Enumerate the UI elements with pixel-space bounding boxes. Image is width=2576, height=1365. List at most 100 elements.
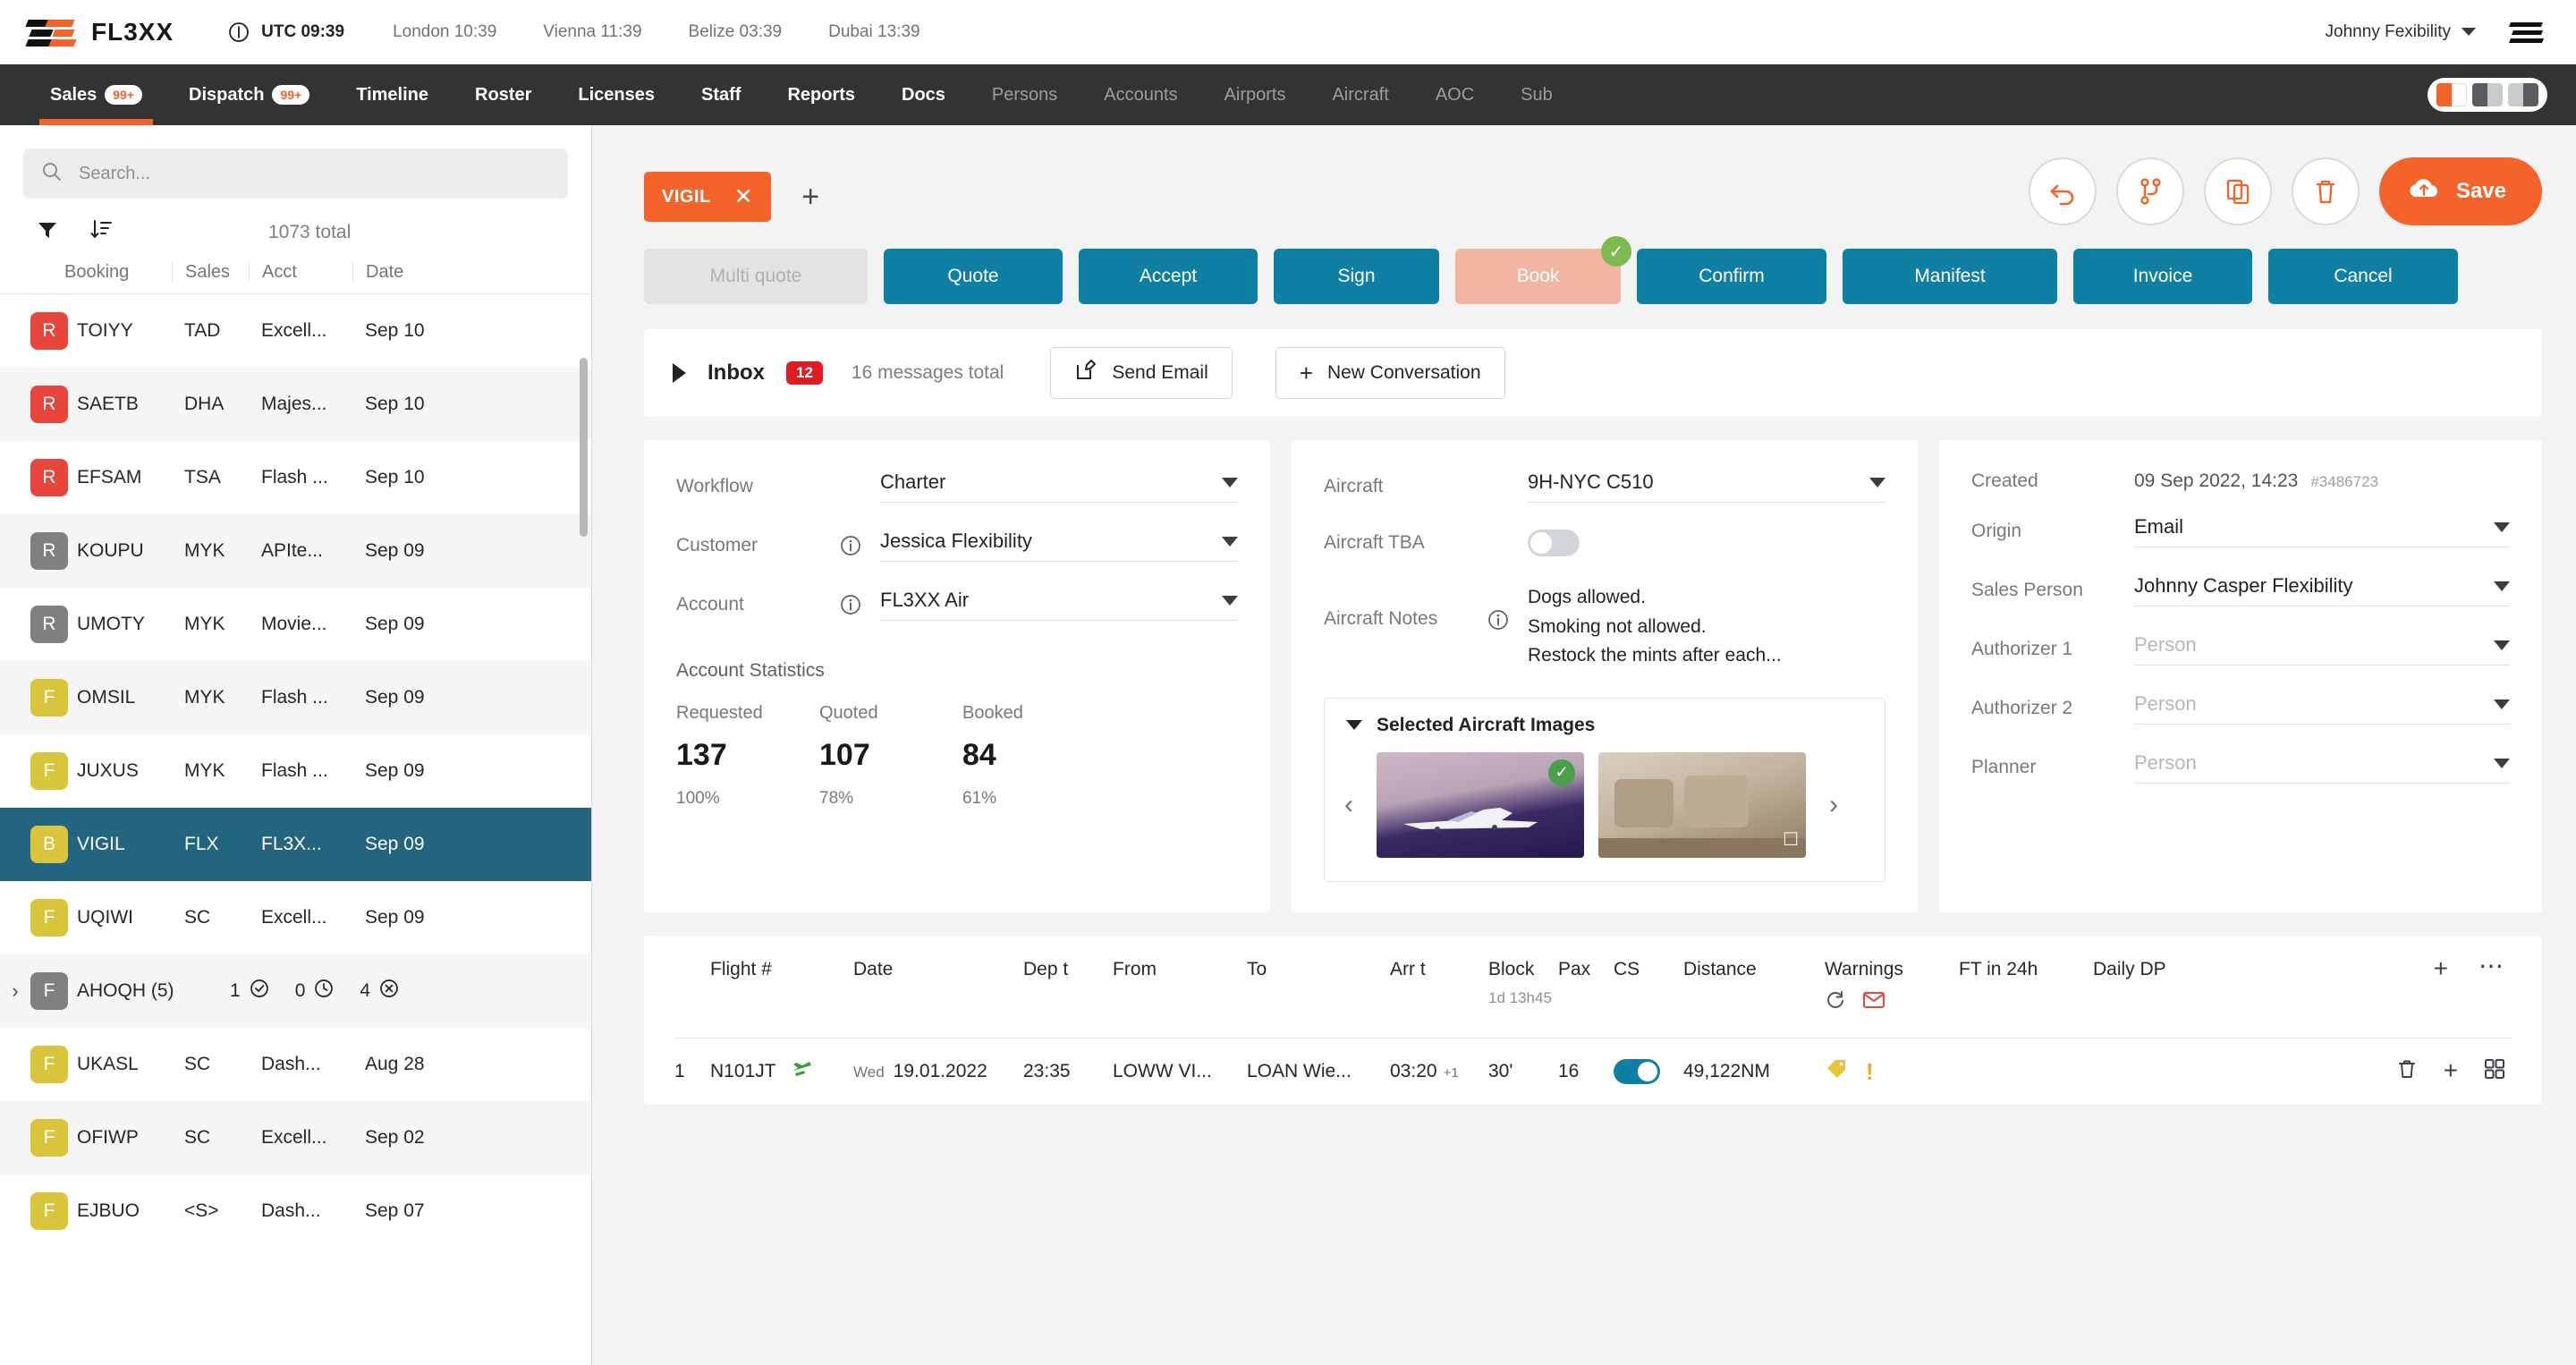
aircraft-image-1[interactable]: ✓ [1377, 751, 1584, 858]
info-icon[interactable] [839, 593, 880, 616]
authorizer-1-select[interactable]: Person [2134, 633, 2510, 666]
column-header-cs[interactable]: CS [1614, 959, 1683, 986]
chevron-right-icon[interactable]: › [1820, 790, 1847, 820]
column-header-booking[interactable]: Booking [0, 262, 172, 283]
customer-select[interactable]: Jessica Flexibility [880, 530, 1238, 562]
aircraft-image-2[interactable]: ☐ [1598, 751, 1806, 858]
column-header-distance[interactable]: Distance [1683, 959, 1825, 986]
trash-icon[interactable] [2395, 1057, 2419, 1086]
search-input[interactable]: Search... [23, 148, 568, 199]
column-header-arr-time[interactable]: Arr t [1390, 959, 1488, 986]
sidebar-scrollbar[interactable] [580, 358, 588, 537]
table-row[interactable]: F JUXUS MYK Flash ... Sep 09 [0, 734, 591, 808]
chevron-right-icon[interactable]: › [0, 979, 30, 1003]
nav-item-aircraft[interactable]: Aircraft [1309, 64, 1411, 125]
aircraft-select[interactable]: 9H-NYC C510 [1528, 471, 1885, 503]
table-row[interactable]: 1 N101JT Wed 19.01.2022 23:35 LOWW VI...… [674, 1039, 2512, 1105]
nav-item-persons[interactable]: Persons [969, 64, 1080, 125]
nav-item-dispatch[interactable]: Dispatch 99+ [165, 64, 333, 125]
refresh-icon[interactable] [1825, 989, 1846, 1016]
info-icon[interactable] [1487, 583, 1528, 632]
table-row-selected[interactable]: B VIGIL FLX FL3X... Sep 09 [0, 808, 591, 881]
plus-icon[interactable]: + [785, 172, 835, 222]
nav-item-licenses[interactable]: Licenses [555, 64, 678, 125]
table-row[interactable]: F OMSIL MYK Flash ... Sep 09 [0, 661, 591, 734]
branch-button[interactable] [2115, 157, 2184, 225]
confirm-button[interactable]: Confirm [1637, 249, 1826, 304]
table-row[interactable]: F UKASL SC Dash... Aug 28 [0, 1028, 591, 1101]
accept-button[interactable]: Accept [1079, 249, 1258, 304]
nav-item-timeline[interactable]: Timeline [333, 64, 452, 125]
send-email-button[interactable]: Send Email [1050, 347, 1233, 399]
nav-item-aoc[interactable]: AOC [1412, 64, 1497, 125]
column-header-warnings[interactable]: Warnings [1825, 959, 1959, 1022]
column-header-block[interactable]: Block 1d 13h45 [1488, 959, 1558, 1013]
tag-icon[interactable] [1825, 1057, 1848, 1086]
copy-documents-button[interactable] [2203, 157, 2272, 225]
plus-icon[interactable]: + [2444, 1058, 2458, 1083]
column-header-date[interactable]: Date [352, 262, 469, 283]
column-header-flight-number[interactable]: Flight # [710, 959, 853, 986]
table-row[interactable]: R EFSAM TSA Flash ... Sep 10 [0, 441, 591, 514]
nav-item-sales[interactable]: Sales 99+ [27, 64, 165, 125]
manifest-button[interactable]: Manifest [1843, 249, 2057, 304]
column-header-sales[interactable]: Sales [172, 262, 249, 283]
origin-select[interactable]: Email [2134, 515, 2510, 547]
cancel-button[interactable]: Cancel [2268, 249, 2458, 304]
images-panel-header[interactable]: Selected Aircraft Images [1325, 699, 1885, 752]
column-header-daily-dp[interactable]: Daily DP [2093, 959, 2227, 986]
chevron-down-icon[interactable] [2462, 28, 2476, 36]
info-icon[interactable] [839, 534, 880, 557]
user-name[interactable]: Johnny Fexibility [2326, 22, 2451, 42]
quote-button[interactable]: Quote [884, 249, 1063, 304]
planner-select[interactable]: Person [2134, 751, 2510, 784]
undo-button[interactable] [2028, 157, 2097, 225]
tab-vigil[interactable]: VIGIL ✕ [644, 172, 772, 222]
table-row-group[interactable]: › F AHOQH (5) 1 0 4 [0, 954, 591, 1028]
table-row[interactable]: R SAETB DHA Majes... Sep 10 [0, 368, 591, 441]
table-row[interactable]: R TOIYY TAD Excell... Sep 10 [0, 294, 591, 368]
exclamation-icon[interactable]: ! [1866, 1060, 1874, 1083]
nav-item-roster[interactable]: Roster [452, 64, 555, 125]
column-header-ft-24h[interactable]: FT in 24h [1959, 959, 2093, 986]
layout-option-split[interactable] [2472, 83, 2503, 106]
nav-item-accounts[interactable]: Accounts [1080, 64, 1200, 125]
plus-icon[interactable]: + [2434, 955, 2448, 980]
column-header-pax[interactable]: Pax [1558, 959, 1614, 986]
nav-item-staff[interactable]: Staff [678, 64, 764, 125]
table-row[interactable]: R UMOTY MYK Movie... Sep 09 [0, 588, 591, 661]
table-row[interactable]: F OFIWP SC Excell... Sep 02 [0, 1101, 591, 1174]
table-row[interactable]: F EJBUO <S> Dash... Sep 07 [0, 1174, 591, 1248]
triangle-right-icon[interactable] [673, 363, 686, 383]
sign-button[interactable]: Sign [1274, 249, 1439, 304]
new-conversation-button[interactable]: + New Conversation [1275, 347, 1505, 399]
sales-person-select[interactable]: Johnny Casper Flexibility [2134, 574, 2510, 606]
column-header-date[interactable]: Date [853, 959, 1023, 986]
book-button[interactable]: Book ✓ [1455, 236, 1631, 304]
invoice-button[interactable]: Invoice [2073, 249, 2252, 304]
delete-button[interactable] [2291, 157, 2360, 225]
cs-toggle[interactable] [1614, 1058, 1660, 1084]
filter-icon[interactable] [36, 218, 59, 246]
nav-item-reports[interactable]: Reports [764, 64, 878, 125]
grid-icon[interactable] [2483, 1057, 2506, 1086]
authorizer-2-select[interactable]: Person [2134, 692, 2510, 725]
column-header-dep-time[interactable]: Dep t [1023, 959, 1113, 986]
brand-logo[interactable]: FL3XX [25, 16, 174, 48]
app-menu-icon[interactable] [2508, 21, 2546, 44]
table-row[interactable]: F UQIWI SC Excell... Sep 09 [0, 881, 591, 954]
mail-warning-icon[interactable] [1862, 989, 1885, 1016]
layout-option-right[interactable] [2508, 83, 2538, 106]
table-row[interactable]: R KOUPU MYK APIte... Sep 09 [0, 514, 591, 588]
nav-item-airports[interactable]: Airports [1201, 64, 1309, 125]
nav-item-docs[interactable]: Docs [878, 64, 969, 125]
save-button[interactable]: Save [2378, 157, 2542, 225]
expand-icon[interactable]: ☐ [1783, 828, 1799, 851]
workflow-select[interactable]: Charter [880, 471, 1238, 503]
ellipsis-icon[interactable]: ⋯ [2479, 953, 2506, 979]
column-header-acct[interactable]: Acct [249, 262, 352, 283]
chevron-left-icon[interactable]: ‹ [1335, 790, 1362, 820]
close-icon[interactable]: ✕ [734, 185, 753, 208]
sort-descending-icon[interactable] [89, 218, 113, 246]
aircraft-tba-toggle[interactable] [1528, 530, 1580, 556]
